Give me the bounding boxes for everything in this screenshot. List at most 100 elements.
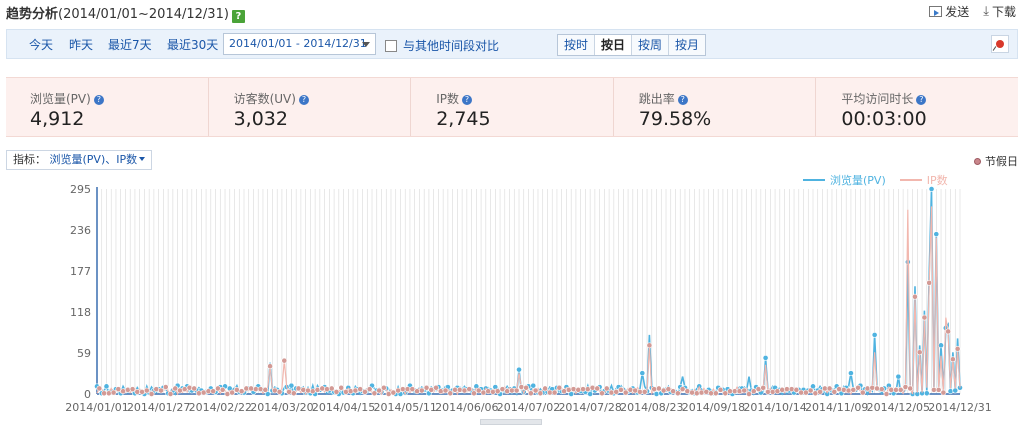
download-button[interactable]: ⤓ 下载: [983, 3, 1016, 20]
data-point-ip: [584, 386, 591, 393]
info-icon[interactable]: ?: [916, 95, 927, 105]
data-point-ip: [575, 386, 582, 393]
data-point-ip: [618, 386, 624, 393]
data-point-ip: [532, 387, 539, 394]
granularity-week[interactable]: 按周: [632, 35, 670, 55]
compare-checkbox[interactable]: [385, 39, 397, 52]
data-point-ip: [883, 391, 890, 397]
data-point-ip: [840, 386, 847, 393]
data-point-ip: [101, 390, 108, 397]
info-icon[interactable]: ?: [298, 95, 309, 105]
data-point-ip: [542, 385, 548, 392]
data-point-pv: [516, 366, 522, 373]
data-point-ip: [347, 388, 354, 395]
data-point-ip: [471, 390, 477, 397]
info-icon[interactable]: ?: [93, 95, 104, 105]
quick-range-30days[interactable]: 最近30天: [167, 36, 218, 53]
question-icon[interactable]: ?: [231, 10, 245, 23]
metric-label: 平均访问时长: [841, 92, 914, 106]
data-point-ip: [693, 390, 700, 397]
date-range-select[interactable]: 2014/01/01 - 2014/12/31: [223, 33, 376, 55]
data-point-ip: [655, 385, 662, 392]
data-point-ip: [139, 389, 145, 395]
data-point-ip: [129, 386, 136, 393]
send-button[interactable]: 发送: [929, 3, 969, 20]
data-point-ip: [433, 384, 439, 391]
data-point-pv: [895, 373, 902, 380]
y-tick-label: 0: [84, 388, 91, 401]
data-point-ip: [148, 391, 155, 397]
data-point-ip: [613, 389, 620, 395]
data-point-ip: [537, 390, 544, 397]
data-point-ip: [181, 386, 188, 393]
indicator-select[interactable]: 指标： 浏览量(PV)、IP数: [6, 150, 153, 170]
data-point-ip: [717, 386, 724, 393]
pin-button[interactable]: [991, 35, 1009, 53]
quick-range-7days[interactable]: 最近7天: [108, 36, 152, 53]
data-point-ip: [750, 388, 757, 395]
data-point-pv: [938, 342, 944, 349]
x-tick-label: 2014/11/09: [805, 401, 868, 414]
granularity-month[interactable]: 按月: [669, 35, 705, 55]
data-point-ip: [850, 386, 857, 393]
data-point-ip: [708, 390, 714, 397]
data-point-ip: [290, 390, 297, 397]
quick-range-yesterday[interactable]: 昨天: [69, 36, 93, 53]
scroll-handle[interactable]: [480, 419, 542, 425]
data-point-ip: [172, 385, 179, 392]
data-point-ip: [143, 387, 150, 394]
compare-option[interactable]: 与其他时间段对比: [385, 37, 499, 54]
date-range-value: 2014/01/01 - 2014/12/31: [229, 37, 367, 50]
send-icon: [929, 6, 943, 17]
metric-label: 访客数(UV): [233, 92, 296, 106]
data-point-ip: [257, 386, 264, 393]
data-point-ip: [437, 388, 444, 395]
data-point-ip: [935, 386, 942, 393]
data-point-ip: [760, 384, 767, 391]
data-point-ip: [366, 386, 373, 393]
granularity-day[interactable]: 按日: [595, 35, 633, 55]
data-point-ip: [262, 386, 269, 393]
x-tick-label: 2014/10/14: [743, 401, 806, 414]
data-point-ip: [414, 388, 420, 395]
data-point-pv: [928, 186, 935, 192]
data-point-ip: [741, 387, 748, 394]
data-point-ip: [869, 384, 876, 391]
x-tick-label: 2014/07/02: [497, 401, 560, 414]
data-point-ip: [926, 279, 933, 286]
quick-range-today[interactable]: 今天: [29, 36, 53, 53]
metric-ip: IP数? 2,745: [411, 78, 614, 136]
data-point-pv: [653, 391, 660, 397]
data-point-ip: [731, 388, 738, 395]
data-point-ip: [907, 385, 914, 392]
data-point-ip: [802, 389, 809, 396]
data-point-ip: [385, 391, 392, 397]
top-actions: 发送 ⤓ 下载: [929, 3, 1016, 20]
metric-value: 00:03:00: [841, 108, 927, 130]
download-icon: ⤓: [983, 3, 989, 19]
info-icon[interactable]: ?: [461, 95, 472, 105]
data-point-ip: [352, 387, 359, 394]
data-point-ip: [96, 385, 103, 392]
data-point-ip: [665, 386, 672, 393]
granularity-hour[interactable]: 按时: [558, 35, 596, 55]
holiday-marker-icon: [974, 157, 981, 165]
y-tick-label: 236: [70, 224, 91, 237]
data-point-ip: [807, 387, 814, 394]
data-point-ip: [153, 386, 160, 393]
data-point-ip: [608, 389, 615, 396]
data-point-ip: [371, 390, 378, 397]
metric-label: 浏览量(PV): [30, 92, 91, 106]
data-point-pv: [952, 387, 959, 394]
data-point-ip: [949, 356, 956, 363]
chevron-down-icon: [139, 157, 146, 161]
data-point-ip: [893, 386, 899, 393]
data-point-ip: [115, 386, 122, 393]
data-point-ip: [826, 385, 833, 392]
data-point-ip: [314, 386, 321, 393]
info-icon[interactable]: ?: [677, 95, 688, 105]
page-title-main: 趋势分析: [6, 7, 59, 22]
data-point-ip: [679, 386, 686, 393]
y-tick-label: 177: [70, 265, 91, 278]
data-point-ip: [215, 385, 221, 392]
